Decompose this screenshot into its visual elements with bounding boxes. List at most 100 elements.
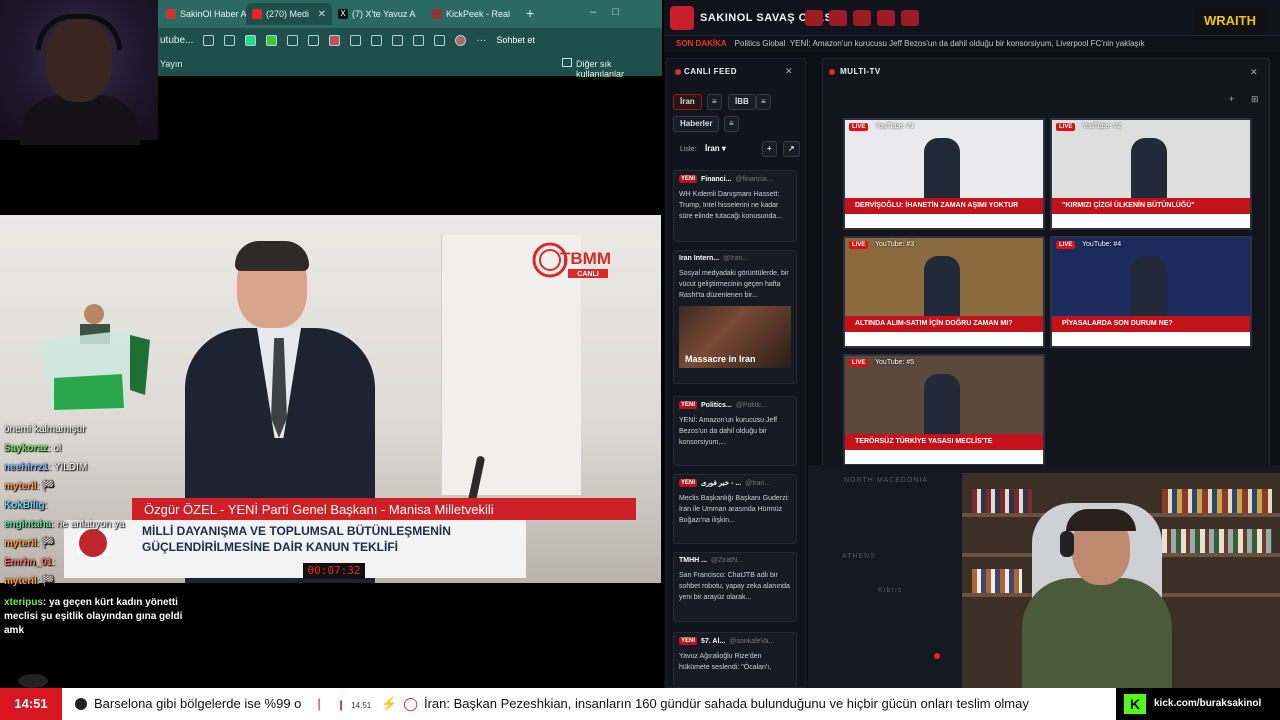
map-label: NORTH MACEDONIA [844,477,929,484]
tab-3-label: (7) X'te Yavuz A [352,9,416,19]
chip-haberler[interactable]: Haberler [673,116,720,132]
close-icon[interactable]: ✕ [318,9,326,20]
feed-card[interactable]: YENİ 57. Al... @sonkaleVa... Yavuz Ağıralio… [673,632,797,688]
extension-icon[interactable] [329,34,341,46]
window-controls[interactable]: –□ [590,6,635,18]
image-caption: Massacre in Iran [685,354,756,364]
tab-4-label: KickPeek - Real [446,9,511,19]
favorites-icon[interactable] [392,34,404,46]
lower-third-title-1: MİLLİ DAYANIŞMA VE TOPLUMSAL BÜTÜNLEŞMEN… [142,524,451,538]
feed-source-name: خبر فوری - ... [701,480,742,487]
live-badge: LIVE [849,123,869,131]
new-tab-button[interactable]: + [526,5,534,21]
add-icon[interactable]: + [1229,94,1234,104]
feed-card-image[interactable]: Massacre in Iran [679,306,791,368]
lower-third-title-2: GÜÇLENDİRİLMESİNE DAİR KANUN TEKLİFİ [142,540,398,554]
stream-label: YouTube: #4 [1082,241,1122,248]
alert-icon[interactable] [805,10,823,26]
tv-thumbnail[interactable]: LIVE YouTube: #5 TERÖRSÜZ TÜRKİYE YASASI M… [843,354,1045,466]
record-dot-icon [75,698,87,710]
stream-label: YouTube: #5 [875,359,915,366]
feed-handle: @Iran... [745,479,771,487]
scroll-icon[interactable] [18,674,48,688]
chat-text: önemi kalmamıştır [4,424,86,435]
calendar-icon[interactable] [901,10,919,26]
collections-icon[interactable] [434,34,446,46]
feed-card-body: Sosyal medyadaki görüntülerde, bir vücut… [679,270,789,299]
tab-2[interactable]: (270) Medi ✕ [246,3,332,25]
feed-card[interactable]: YENİ Politics... @Politic... YENİ: Amazon'u… [673,396,797,466]
tbmm-logo: TBMM CANLI [532,242,610,278]
extension-icon[interactable] [308,34,320,46]
extension-icon[interactable] [245,34,257,46]
stream-caption: TERÖRSÜZ TÜRKİYE YASASI MECLİS'TE [845,434,1043,450]
feed-card-body: San Francisco: ChatJTB adlı bir sohbet r… [679,572,790,601]
chat-line: Saykoraz: ol [4,439,174,458]
stream-label: YouTube: #3 [875,241,915,248]
chat-button[interactable]: Sohbet et [496,35,535,45]
stream-caption: ALTINDA ALIM-SATIM İÇİN DOĞRU ZAMAN MI? [845,316,1043,332]
bookmark-yayin[interactable]: Yayın [160,59,182,69]
feed-card[interactable]: YENİ Financi... @financia... WH Kıdemli Dan… [673,170,797,242]
tv-thumbnail[interactable]: LIVE YouTube: #1 DERVİŞOĞLU: İHANETİN ZAMA… [843,118,1045,230]
new-badge: YENİ [679,401,698,409]
tv-thumbnail[interactable]: LIVE YouTube: #3 ALTINDA ALIM-SATIM İÇİN D… [843,236,1045,348]
chip-iran[interactable]: İran [673,94,702,110]
list-icon[interactable]: ≡ [756,94,771,110]
chat-user: neehirrz1 [4,462,49,473]
feed-card[interactable]: YENİ خبر فوری - ... @Iran... Meclis Başkanl… [673,474,797,544]
extensions-icon[interactable] [413,34,425,46]
chat-user: KokBilig [4,500,45,511]
kickpeek-icon [432,9,442,19]
url-bar[interactable]: utube... [160,35,193,46]
chat-line: neehirrz1: YILDIM [4,458,174,477]
chip-ibb[interactable]: İBB [728,94,756,110]
add-icon[interactable]: + [762,141,777,157]
chart-icon[interactable] [877,10,895,26]
chat-text: : 🏁 [36,538,55,549]
tv-thumbnail[interactable]: LIVE YouTube: #2 "KIRMIZI ÇİZGİ ÜLKENİN BÜ… [1050,118,1252,230]
tab-3[interactable]: X(7) X'te Yavuz A✕ [332,3,418,25]
tab-1-label: SakinOl Haber A [180,9,246,19]
chat-line: KokBilig: [4,496,174,515]
list-icon[interactable]: ≡ [724,116,739,132]
chat-line: engintaha: ne anlatıyon ya [4,515,174,534]
feed-card[interactable]: ТМНН ... @ZiratN... San Francisco: ChatJTB… [673,552,797,622]
feed-handle: @sonkaleVa... [729,637,775,645]
close-icon[interactable]: ✕ [1250,67,1258,78]
news-text: YENİ: Amazon'un kurucusu Jeff Bezos'un d… [789,39,1145,48]
tab-1[interactable]: SakinOl Haber A✕ [160,3,246,25]
split-icon[interactable] [371,34,383,46]
map-marker-icon[interactable] [934,653,940,659]
refresh-icon[interactable] [350,34,362,46]
tv-thumbnail[interactable]: LIVE YouTube: #4 PİYASALARDA SON DURUM NE? [1050,236,1252,348]
tab-4[interactable]: KickPeek - Real✕ [426,3,512,25]
live-badge: LIVE [1056,123,1076,131]
chat-text: : 🏁 [36,481,55,492]
coin-jar-overlay [40,304,150,412]
feed-card[interactable]: Iran Intern... @Iran... Sosyal medyadaki g… [673,250,797,384]
expand-icon[interactable]: ↗ [783,141,800,157]
extension-icon[interactable] [287,34,299,46]
bookmark-other[interactable]: Diğer sık kullanılanlar [576,59,662,79]
screen-icon[interactable] [203,34,215,46]
avatar[interactable] [455,34,467,46]
wraith-brand: WRAITH [1195,8,1265,34]
close-icon[interactable]: ✕ [785,66,793,77]
extension-icon[interactable] [266,34,278,46]
x-logo-icon: X [338,9,348,19]
rss-icon[interactable] [829,10,847,26]
more-icon[interactable]: ··· [476,35,486,46]
list-select[interactable]: İran ▾ [705,142,755,156]
chat-line: Emrhn_01: [4,553,174,572]
list-icon[interactable]: ≡ [707,94,722,110]
grid-icon[interactable]: ⊞ [1251,94,1259,105]
tv-icon[interactable] [853,10,871,26]
live-dot-icon [675,69,681,75]
sub-ticker [1052,214,1250,228]
breaking-news-bar: SON DAKİKA Politics Global YENİ: Amazon'u… [664,36,1280,52]
stream-caption: "KIRMIZI ÇİZGİ ÜLKENİN BÜTÜNLÜĞÜ" [1052,198,1250,214]
new-badge: YENİ [679,479,698,487]
star-icon[interactable] [224,34,236,46]
map-label: ATHENS [842,553,876,560]
